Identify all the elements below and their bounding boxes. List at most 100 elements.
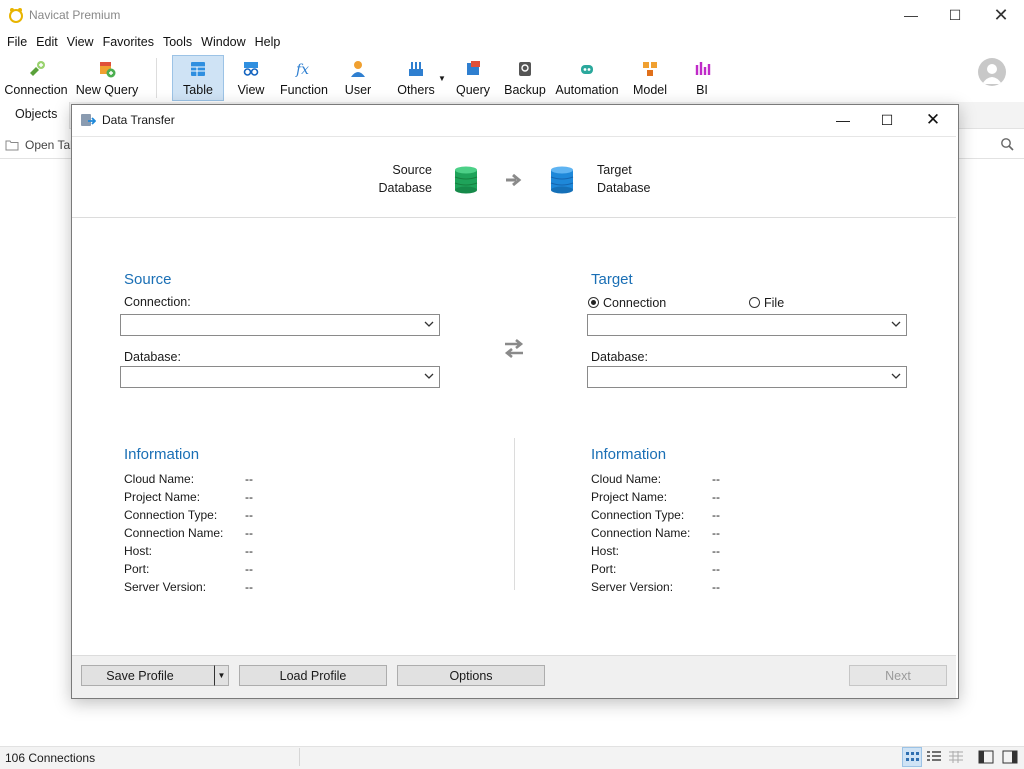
tab-objects[interactable]: Objects	[0, 102, 70, 129]
backup-button[interactable]: Backup	[504, 56, 546, 100]
bi-chart-icon	[695, 62, 711, 75]
close-button[interactable]: ✕	[978, 0, 1024, 30]
chevron-down-icon: ▼	[217, 671, 226, 680]
query-icon	[467, 61, 480, 75]
target-database-label: Database:	[591, 350, 648, 364]
detail-view-icon[interactable]	[948, 750, 964, 764]
function-fx-icon: fx	[295, 62, 309, 78]
options-button[interactable]: Options	[397, 665, 545, 686]
source-connection-type-value: --	[245, 508, 253, 522]
function-label: Function	[280, 83, 328, 97]
load-profile-button[interactable]: Load Profile	[239, 665, 387, 686]
source-connection-name-value: --	[245, 526, 253, 540]
query-button[interactable]: Query	[454, 56, 492, 100]
menu-tools[interactable]: Tools	[163, 32, 192, 52]
main-toolbar: Connection New Query Table View fx Funct…	[0, 54, 1024, 101]
info-divider	[514, 438, 515, 590]
save-profile-label: Save Profile	[106, 668, 174, 683]
dialog-title: Data Transfer	[102, 113, 175, 127]
bi-button[interactable]: BI	[690, 56, 714, 100]
toolbar-separator	[156, 58, 157, 98]
header-source-line2: Database	[378, 181, 432, 195]
target-connection-radio[interactable]	[588, 297, 599, 308]
others-dropdown-chevron-icon[interactable]: ▼	[438, 74, 446, 83]
connection-button[interactable]: Connection	[4, 56, 68, 100]
source-connection-label: Connection:	[124, 295, 191, 309]
source-host-value: --	[245, 544, 253, 558]
save-profile-dropdown[interactable]: ▼	[214, 665, 229, 686]
target-host-value: --	[712, 544, 720, 558]
swap-arrows-icon[interactable]	[502, 336, 526, 360]
user-avatar[interactable]	[978, 58, 1006, 86]
query-label: Query	[455, 83, 491, 97]
data-transfer-dialog: Data Transfer — ☐ ✕ Source Database Targ…	[71, 104, 959, 699]
menubar: File Edit View Favorites Tools Window He…	[0, 32, 282, 52]
view-label: View	[237, 83, 265, 97]
others-button[interactable]: Others	[394, 56, 438, 100]
function-button[interactable]: fx Function	[278, 56, 330, 100]
source-database-select[interactable]	[120, 366, 440, 388]
menu-view[interactable]: View	[67, 32, 94, 52]
open-table-button[interactable]: Open Tab	[25, 138, 77, 152]
user-button[interactable]: User	[340, 56, 376, 100]
target-cloud-name-value: --	[712, 472, 720, 486]
menu-file[interactable]: File	[7, 32, 27, 52]
target-database-icon	[550, 166, 574, 194]
bi-label: BI	[696, 83, 708, 97]
target-file-radio-label[interactable]: File	[764, 296, 784, 310]
avatar-icon	[982, 64, 1002, 84]
target-connection-radio-label[interactable]: Connection	[603, 296, 666, 310]
view-glasses-icon	[243, 62, 259, 76]
model-button[interactable]: Model	[630, 56, 670, 100]
dialog-close-button[interactable]: ✕	[910, 105, 956, 135]
right-panel-toggle-icon[interactable]	[1002, 750, 1018, 764]
new-query-icon	[100, 62, 116, 78]
new-query-label: New Query	[75, 83, 139, 97]
view-button[interactable]: View	[230, 56, 272, 100]
model-icon	[643, 62, 657, 76]
target-section-title: Target	[591, 271, 633, 288]
transfer-arrow-icon	[506, 173, 522, 187]
target-database-select[interactable]	[587, 366, 907, 388]
source-cloud-name-value: --	[245, 472, 253, 486]
automation-button[interactable]: Automation	[554, 56, 620, 100]
chevron-down-icon	[424, 373, 434, 379]
others-tools-icon	[409, 62, 423, 76]
table-label: Table	[183, 83, 213, 97]
left-panel-toggle-icon[interactable]	[978, 750, 994, 764]
menu-window[interactable]: Window	[201, 32, 245, 52]
menu-edit[interactable]: Edit	[36, 32, 58, 52]
connections-count: 106 Connections	[5, 751, 96, 765]
chevron-down-icon	[424, 321, 434, 327]
user-label: User	[344, 83, 372, 97]
grid-view-icon	[906, 752, 919, 761]
target-file-radio[interactable]	[749, 297, 760, 308]
dialog-maximize-button[interactable]: ☐	[864, 105, 910, 135]
automation-label: Automation	[555, 83, 619, 97]
new-query-button[interactable]: New Query	[74, 56, 140, 100]
connection-label: Connection	[4, 83, 68, 97]
dialog-minimize-button[interactable]: —	[820, 105, 866, 135]
next-button[interactable]: Next	[849, 665, 947, 686]
table-button[interactable]: Table	[172, 55, 224, 101]
source-information-title: Information	[124, 446, 200, 463]
menu-favorites[interactable]: Favorites	[103, 32, 154, 52]
grid-view-toggle[interactable]	[902, 747, 922, 767]
maximize-button[interactable]: ☐	[932, 0, 978, 30]
target-server-version-value: --	[712, 580, 720, 594]
status-bar	[0, 746, 1024, 769]
target-connection-type-value: --	[712, 508, 720, 522]
search-icon[interactable]	[1000, 137, 1014, 151]
save-profile-button[interactable]: Save Profile	[81, 665, 215, 686]
target-connection-select[interactable]	[587, 314, 907, 336]
menu-help[interactable]: Help	[255, 32, 281, 52]
header-target-line2: Database	[597, 181, 651, 195]
source-port-value: --	[245, 562, 253, 576]
source-project-name-value: --	[245, 490, 253, 504]
source-database-label: Database:	[124, 350, 181, 364]
minimize-button[interactable]: —	[888, 0, 934, 30]
backup-icon	[519, 62, 531, 76]
list-view-icon[interactable]	[926, 750, 942, 764]
user-icon	[351, 61, 365, 77]
source-connection-select[interactable]	[120, 314, 440, 336]
